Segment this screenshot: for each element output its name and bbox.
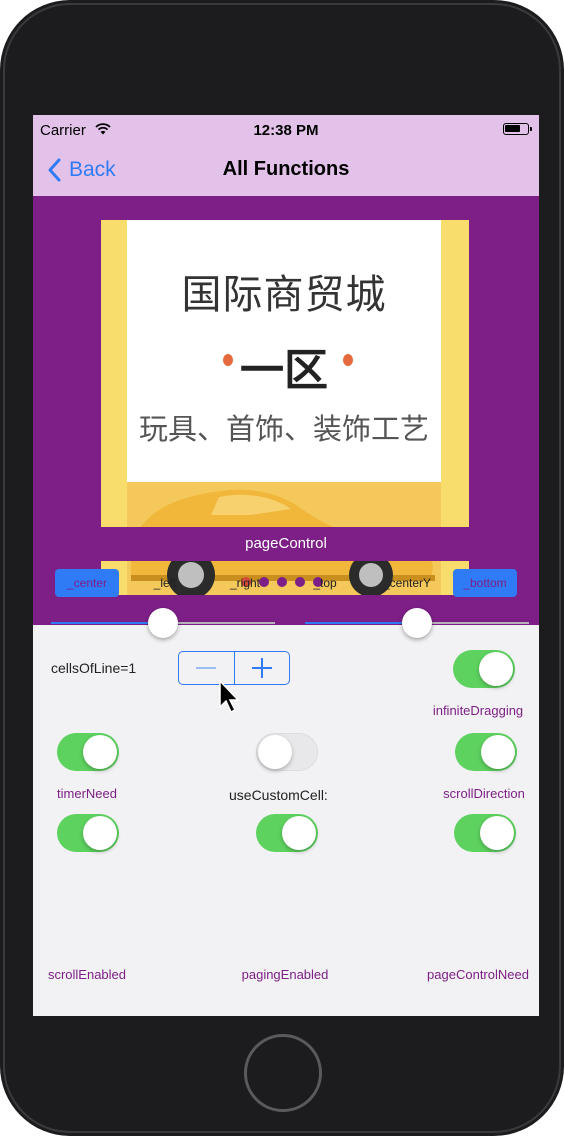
- paging-enabled-label: pagingEnabled: [241, 967, 329, 982]
- position-centery-button[interactable]: _centerY: [375, 569, 439, 597]
- plus-icon: [251, 658, 272, 678]
- use-custom-cell-toggle[interactable]: [256, 733, 318, 771]
- home-button[interactable]: [244, 1034, 322, 1112]
- page-control-header: pageControl: [51, 527, 521, 561]
- toggle-knob: [83, 735, 117, 769]
- infinite-dragging-label: infiniteDragging: [432, 703, 524, 718]
- left-slider[interactable]: [51, 608, 275, 638]
- position-buttons: _center _left _right _top _centerY _bott…: [51, 569, 521, 599]
- phone-frame: Carrier 12:38 PM Back All Functions 国际商贸…: [0, 0, 564, 1136]
- scroll-enabled-label: scrollEnabled: [47, 967, 127, 982]
- infinite-dragging-toggle[interactable]: [453, 650, 515, 688]
- paging-enabled-toggle[interactable]: [256, 814, 318, 852]
- mouse-pointer-icon: [219, 679, 240, 714]
- timer-need-label: timerNeed: [57, 786, 117, 801]
- scroll-enabled-toggle[interactable]: [57, 814, 119, 852]
- control-panel: pageControl _center _left _right _top _c…: [33, 0, 539, 1016]
- slider-fill: [305, 622, 417, 624]
- position-bottom-button[interactable]: _bottom: [453, 569, 517, 597]
- toggle-knob: [258, 735, 292, 769]
- slider-fill: [51, 622, 163, 624]
- slider-thumb[interactable]: [402, 608, 432, 638]
- position-left-button[interactable]: _left: [133, 569, 197, 597]
- timer-need-toggle[interactable]: [57, 733, 119, 771]
- position-right-button[interactable]: _right: [213, 569, 277, 597]
- position-top-button[interactable]: _top: [293, 569, 357, 597]
- toggle-knob: [479, 652, 513, 686]
- position-center-button[interactable]: _center: [55, 569, 119, 597]
- scroll-direction-toggle[interactable]: [455, 733, 517, 771]
- page-control-need-toggle[interactable]: [454, 814, 516, 852]
- toggle-knob: [83, 816, 117, 850]
- scroll-direction-label: scrollDirection: [443, 786, 525, 801]
- toggle-knob: [282, 816, 316, 850]
- cells-of-line-label: cellsOfLine=1: [51, 660, 137, 676]
- right-slider[interactable]: [305, 608, 529, 638]
- toggle-knob: [480, 816, 514, 850]
- slider-thumb[interactable]: [148, 608, 178, 638]
- use-custom-cell-label: useCustomCell:: [229, 787, 328, 803]
- page-control-need-label: pageControlNeed: [427, 967, 529, 982]
- toggle-knob: [481, 735, 515, 769]
- minus-icon: [196, 667, 217, 669]
